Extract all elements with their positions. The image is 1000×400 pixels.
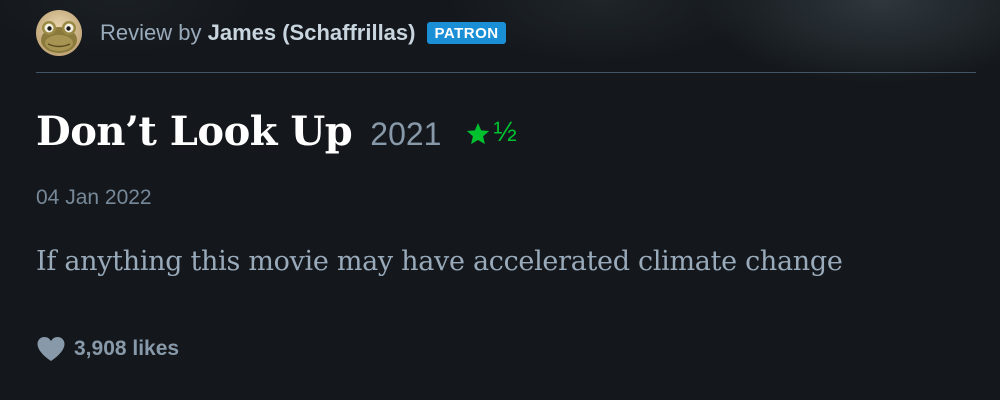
- star-rating: ½: [465, 116, 517, 148]
- review-date: 04 Jan 2022: [36, 186, 152, 209]
- likes-row: 3,908 likes: [36, 336, 179, 362]
- frog-avatar-icon: [36, 10, 82, 56]
- reviewer-name-link[interactable]: James (Schaffrillas): [208, 20, 416, 45]
- review-byline: Review by James (Schaffrillas): [100, 20, 415, 46]
- review-header: Review by James (Schaffrillas) PATRON: [36, 8, 506, 58]
- film-year-link[interactable]: 2021: [370, 116, 441, 153]
- film-title-row: Don’t Look Up 2021 ½: [36, 108, 517, 155]
- star-icon: [467, 122, 490, 145]
- review-by-label: Review by: [100, 20, 202, 45]
- review-body: If anything this movie may have accelera…: [36, 246, 843, 277]
- patron-badge[interactable]: PATRON: [427, 22, 506, 44]
- half-star-glyph: ½: [493, 116, 517, 147]
- likes-count[interactable]: 3,908 likes: [74, 337, 179, 361]
- header-divider: [36, 72, 976, 73]
- reviewer-avatar[interactable]: [36, 10, 82, 56]
- film-title-link[interactable]: Don’t Look Up: [36, 108, 353, 155]
- heart-icon[interactable]: [36, 336, 66, 362]
